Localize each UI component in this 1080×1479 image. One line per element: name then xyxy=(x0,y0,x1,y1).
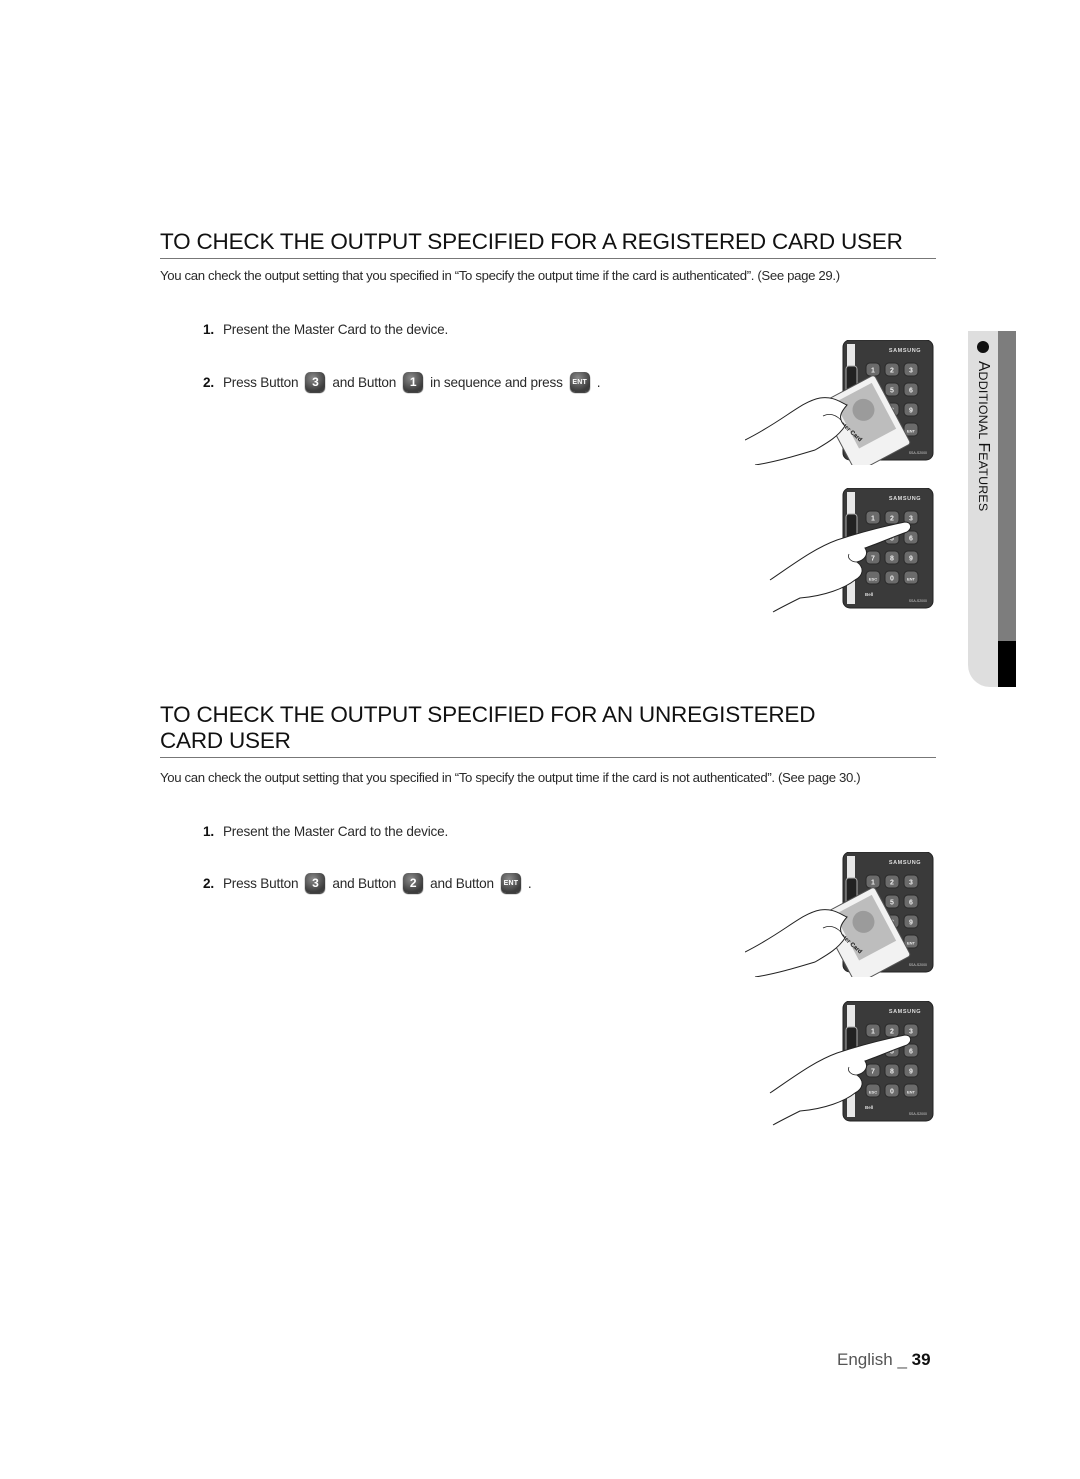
section-1-step-1: 1. Present the Master Card to the device… xyxy=(203,322,448,337)
key-2-icon: 2 xyxy=(403,873,424,893)
section-2-heading: TO CHECK THE OUTPUT SPECIFIED FOR AN UNR… xyxy=(160,702,936,758)
step-text: and Button xyxy=(430,875,494,891)
step-text: and Button xyxy=(332,875,397,891)
device-model-label: SSA-S2000 xyxy=(909,963,927,967)
device-key-label: ENT xyxy=(907,577,916,582)
device-key-label: 7 xyxy=(871,1069,875,1076)
side-tab-stripe xyxy=(998,331,1016,641)
illustration-card-present-2: SAMSUNG123456789ESC0ENTBellSSA-S2000Mast… xyxy=(744,851,940,985)
section-1-intro: You can check the output setting that yo… xyxy=(160,268,840,283)
device-key-label: 3 xyxy=(909,516,913,523)
device-bell-label: Bell xyxy=(865,592,873,597)
device-key-label: 9 xyxy=(909,556,913,563)
step-text: Press Button xyxy=(222,374,299,390)
device-model-label: SSA-S2000 xyxy=(909,451,927,455)
device-key-label: 9 xyxy=(909,408,913,415)
section-1-heading: TO CHECK THE OUTPUT SPECIFIED FOR A REGI… xyxy=(160,229,936,259)
step-number: 2. xyxy=(203,374,214,390)
footer-language: English _ xyxy=(837,1350,912,1369)
hand-outline xyxy=(744,397,848,466)
device-brand: SAMSUNG xyxy=(889,860,921,866)
section-2-step-2: 2. Press Button 3 and Button 2 and Butto… xyxy=(203,873,532,893)
key-3-icon: 3 xyxy=(305,372,326,392)
device-key-label: 2 xyxy=(890,516,894,523)
device-model-label: SSA-S2000 xyxy=(909,1112,927,1116)
device-key-label: ESC xyxy=(869,577,877,582)
device-key-label: 1 xyxy=(871,1029,875,1036)
device-key-label: 1 xyxy=(871,368,875,375)
page-number: 39 xyxy=(911,1350,931,1369)
device-key-label: 2 xyxy=(890,880,894,887)
heading-line-2: CARD USER xyxy=(160,728,291,753)
section-2-intro: You can check the output setting that yo… xyxy=(160,770,861,785)
illustration-key-press-1: SAMSUNG123456789ESC0ENTBellSSA-S2000 xyxy=(765,487,940,618)
illustration-card-present-1: SAMSUNG123456789ESC0ENTBellSSA-S2000Mast… xyxy=(744,339,940,473)
device-key-label: 0 xyxy=(890,1089,894,1096)
illustration-key-press-2: SAMSUNG123456789ESC0ENTBellSSA-S2000 xyxy=(765,1000,940,1131)
side-tab-marker xyxy=(998,641,1016,687)
section-1-step-2: 2. Press Button 3 and Button 1 in sequen… xyxy=(203,372,600,392)
device-model-label: SSA-S2000 xyxy=(909,599,927,603)
device-key-label: 3 xyxy=(909,368,913,375)
device-key-label: 5 xyxy=(890,900,894,907)
step-number: 1. xyxy=(203,824,214,839)
key-1-icon: 1 xyxy=(403,372,424,392)
device-key-label: 6 xyxy=(909,1049,913,1056)
device-key-label: 6 xyxy=(909,388,913,395)
step-text: Press Button xyxy=(222,875,299,891)
device-key-label: 5 xyxy=(890,388,894,395)
device-key-label: 7 xyxy=(871,556,875,563)
hand-outline xyxy=(744,909,848,978)
device-key-label: 3 xyxy=(909,1029,913,1036)
step-number: 2. xyxy=(203,875,214,891)
device-brand: SAMSUNG xyxy=(889,496,921,502)
step-text: . xyxy=(596,374,601,390)
key-3-icon: 3 xyxy=(305,873,326,893)
device-brand: SAMSUNG xyxy=(889,348,921,354)
device-key-label: 6 xyxy=(909,536,913,543)
section-2-step-1: 1. Present the Master Card to the device… xyxy=(203,824,448,839)
step-number: 1. xyxy=(203,322,214,337)
device-key-label: 6 xyxy=(909,900,913,907)
step-text: Present the Master Card to the device. xyxy=(222,322,449,337)
chapter-side-tab: ADDITIONAL FEATURES xyxy=(968,331,1016,687)
page-footer: English _ 39 xyxy=(837,1350,931,1370)
device-key-label: ENT xyxy=(907,429,916,434)
device-key-label: 0 xyxy=(890,576,894,583)
heading-line-1: TO CHECK THE OUTPUT SPECIFIED FOR AN UNR… xyxy=(160,702,816,727)
device-key-label: 2 xyxy=(890,368,894,375)
key-ent-icon: ENT xyxy=(569,372,590,392)
device-key-label: ENT xyxy=(907,1090,916,1095)
device-key-label: 2 xyxy=(890,1029,894,1036)
chapter-label: ADDITIONAL FEATURES xyxy=(975,361,992,512)
step-text: . xyxy=(527,875,532,891)
device-key-label: 9 xyxy=(909,1069,913,1076)
step-text: and Button xyxy=(332,374,397,390)
device-key-label: ESC xyxy=(869,1090,877,1095)
device-key-label: 8 xyxy=(890,556,894,563)
device-key-label: 3 xyxy=(909,880,913,887)
device-key-label: 9 xyxy=(909,920,913,927)
device-key-label: 1 xyxy=(871,516,875,523)
bullet-icon xyxy=(977,341,989,353)
step-text: Present the Master Card to the device. xyxy=(222,824,449,839)
key-ent-icon: ENT xyxy=(500,873,521,893)
device-key-label: 1 xyxy=(871,880,875,887)
step-text: in sequence and press xyxy=(430,374,563,390)
device-brand: SAMSUNG xyxy=(889,1009,921,1015)
device-key-label: ENT xyxy=(907,941,916,946)
device-bell-label: Bell xyxy=(865,1105,873,1110)
device-key-label: 8 xyxy=(890,1069,894,1076)
